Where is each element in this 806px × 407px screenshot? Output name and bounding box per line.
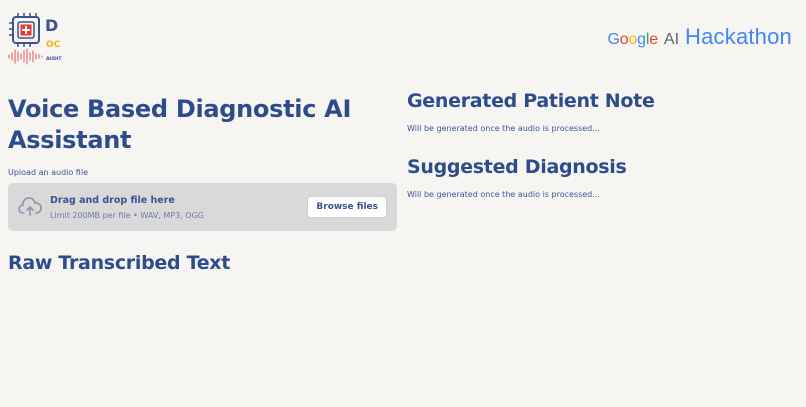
dropzone-limit: Limit 200MB per file • WAV, MP3, OGG — [50, 210, 204, 220]
sound-wave-icon — [8, 48, 43, 65]
suggested-diagnosis-heading: Suggested Diagnosis — [407, 156, 627, 178]
diagnosis-placeholder: Will be generated once the audio is proc… — [407, 190, 600, 199]
left-column: Voice Based Diagnostic AI Assistant Uplo… — [8, 94, 398, 274]
google-ai-hackathon-brand: Google AI Hackathon — [607, 24, 792, 50]
patient-note-heading: Generated Patient Note — [407, 90, 655, 112]
dropzone-text: Drag and drop file here Limit 200MB per … — [50, 195, 307, 220]
page-title: Voice Based Diagnostic AI Assistant — [8, 95, 352, 154]
file-dropzone[interactable]: Drag and drop file here Limit 200MB per … — [8, 183, 397, 231]
dropzone-title: Drag and drop file here — [50, 194, 175, 206]
chip-icon — [9, 13, 40, 47]
raw-transcribed-text-heading: Raw Transcribed Text — [8, 252, 231, 274]
google-wordmark: Google — [607, 31, 658, 48]
ai-wordmark: AI — [663, 31, 680, 48]
patient-note-placeholder: Will be generated once the audio is proc… — [407, 124, 600, 133]
logo-letter-d: D — [45, 16, 58, 35]
browse-files-button[interactable]: Browse files — [307, 196, 387, 218]
logo-letters-oc: OC — [46, 40, 61, 50]
right-column: Generated Patient Note Will be generated… — [407, 90, 797, 199]
logo-letters-audit: AUDIT — [46, 56, 62, 62]
upload-label: Upload an audio file — [8, 168, 88, 177]
cloud-upload-icon — [18, 197, 42, 216]
doc-audit-logo: D OC AUDIT — [8, 13, 62, 65]
hackathon-wordmark: Hackathon — [685, 24, 792, 49]
